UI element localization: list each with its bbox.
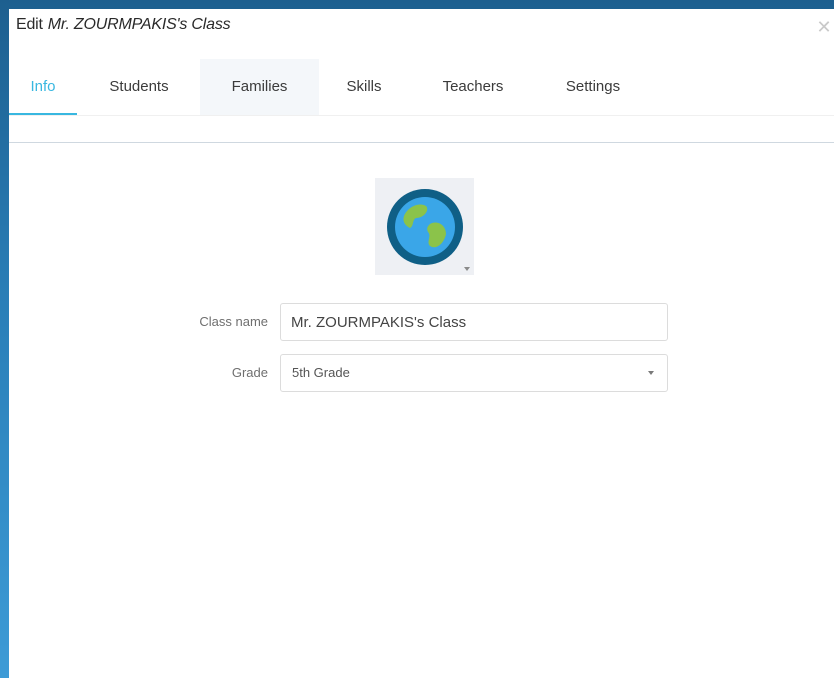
grade-select[interactable]: 5th Grade xyxy=(280,354,668,392)
tab-underline xyxy=(9,115,834,116)
close-icon[interactable]: ✕ xyxy=(816,18,832,36)
dialog-title: Edit Mr. ZOURMPAKIS's Class xyxy=(16,16,231,34)
class-name-input[interactable] xyxy=(280,303,668,341)
tab-settings[interactable]: Settings xyxy=(549,59,637,115)
class-avatar-picker[interactable] xyxy=(375,178,474,275)
divider xyxy=(9,142,834,143)
class-name-row: Class name xyxy=(9,303,834,341)
chevron-down-icon xyxy=(464,267,470,271)
grade-select-value: 5th Grade xyxy=(292,365,350,380)
tab-students[interactable]: Students xyxy=(95,59,183,115)
dialog-header: Edit Mr. ZOURMPAKIS's Class ✕ xyxy=(9,9,834,43)
tab-teachers[interactable]: Teachers xyxy=(427,59,519,115)
tab-bar: Info Students Families Skills Teachers S… xyxy=(9,59,834,115)
tab-info[interactable]: Info xyxy=(9,59,77,115)
chevron-down-icon xyxy=(648,371,654,375)
globe-icon xyxy=(387,189,463,265)
grade-row: Grade 5th Grade xyxy=(9,354,834,392)
dialog-title-class-name: Mr. ZOURMPAKIS's Class xyxy=(47,16,231,33)
class-name-label: Class name xyxy=(199,314,268,329)
tab-skills[interactable]: Skills xyxy=(334,59,394,115)
grade-label: Grade xyxy=(231,365,268,380)
dialog-title-prefix: Edit xyxy=(16,16,43,33)
tab-families[interactable]: Families xyxy=(200,59,319,115)
edit-class-dialog: Edit Mr. ZOURMPAKIS's Class ✕ Info Studen… xyxy=(9,9,834,678)
